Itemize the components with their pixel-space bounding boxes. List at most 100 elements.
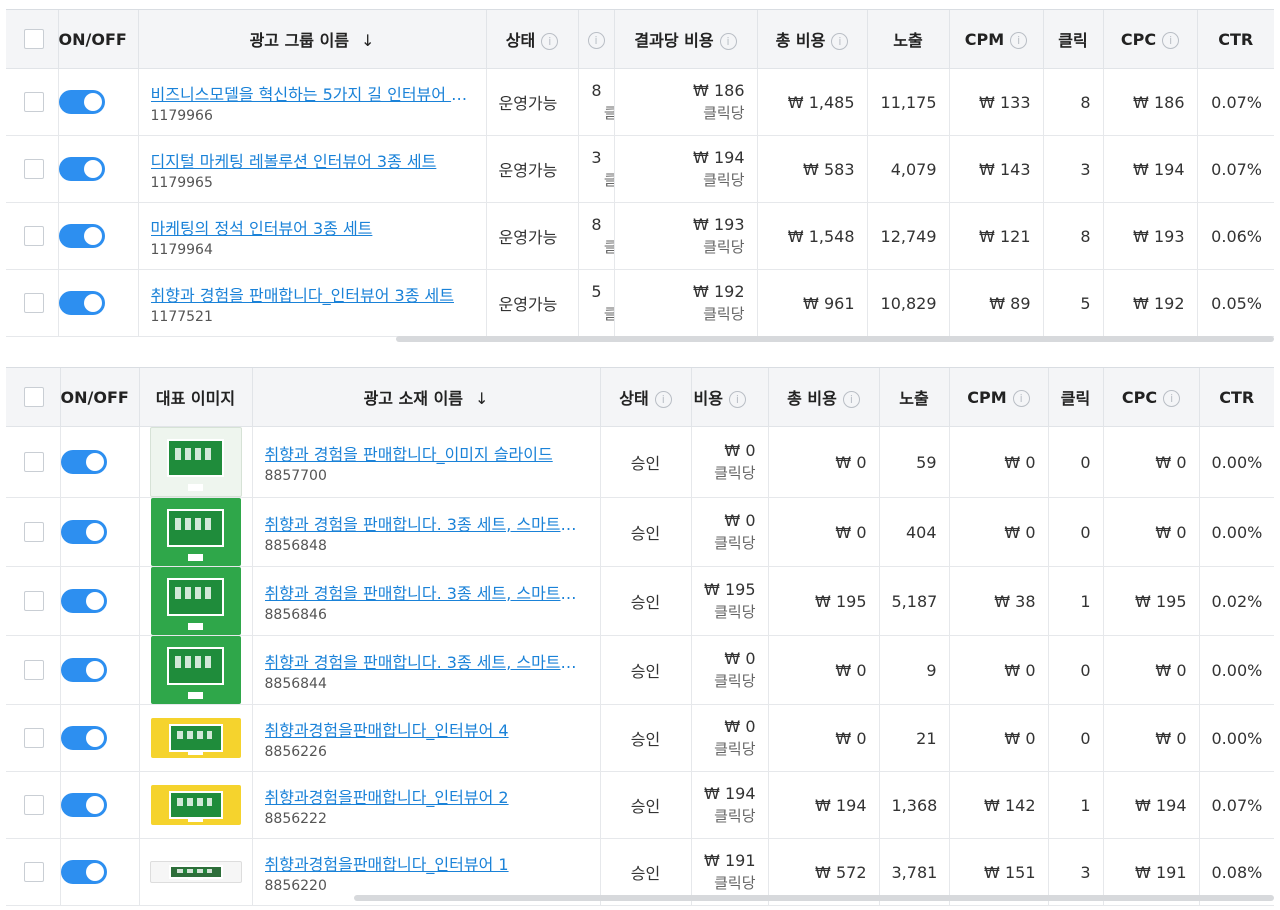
- image-cell[interactable]: [139, 426, 253, 498]
- onoff-cell[interactable]: [60, 635, 140, 705]
- table-row[interactable]: 취향과 경험을 판매합니다. 3종 세트, 스마트하게 구매하세요 8856848…: [6, 497, 1274, 567]
- adgroup-name-link[interactable]: 비즈니스모델을 혁신하는 5가지 길 인터뷰어 3종 세트: [151, 81, 474, 105]
- creative-thumbnail[interactable]: [149, 861, 242, 883]
- row-checkbox-cell[interactable]: [6, 497, 61, 567]
- info-icon[interactable]: i: [654, 391, 672, 408]
- adgroup-name-link[interactable]: 디지털 마케팅 레볼루션 인터뷰어 3종 세트: [151, 148, 474, 172]
- row-checkbox[interactable]: [24, 591, 44, 612]
- info-icon[interactable]: i: [587, 31, 605, 49]
- row-checkbox[interactable]: [24, 226, 44, 247]
- creative-name-link[interactable]: 취향과 경험을 판매합니다. 3종 세트, 스마트하게 구매하세요: [265, 511, 588, 535]
- row-checkbox[interactable]: [24, 795, 44, 816]
- table-row[interactable]: 취향과 경험을 판매합니다_인터뷰어 3종 세트1177521운영가능5클릭₩ …: [6, 269, 1274, 337]
- creative-thumbnail[interactable]: [150, 498, 241, 566]
- image-cell[interactable]: [139, 704, 253, 772]
- onoff-cell[interactable]: [60, 838, 140, 906]
- row-checkbox-cell[interactable]: [6, 771, 61, 839]
- onoff-toggle[interactable]: [60, 726, 107, 750]
- creative-thumbnail[interactable]: [150, 785, 241, 825]
- creative-name-link[interactable]: 취향과 경험을 판매합니다. 3종 세트, 스마트하게 구매하세요: [265, 649, 588, 673]
- row-checkbox[interactable]: [24, 159, 44, 180]
- creative-name-link[interactable]: 취향과경험을판매합니다_인터뷰어 4: [265, 717, 588, 741]
- onoff-cell[interactable]: [60, 771, 140, 839]
- row-checkbox-cell[interactable]: [6, 135, 59, 203]
- row-checkbox-cell[interactable]: [6, 269, 59, 337]
- header-creative-name[interactable]: 광고 소재 이름 ↓: [252, 368, 601, 427]
- info-icon[interactable]: i: [831, 33, 849, 50]
- info-icon[interactable]: i: [842, 391, 860, 408]
- onoff-toggle[interactable]: [60, 658, 107, 682]
- row-checkbox[interactable]: [24, 522, 44, 543]
- table-row[interactable]: 취향과경험을판매합니다_인터뷰어 2 8856222 승인 ₩ 194 클릭당 ₩ 194…: [6, 771, 1274, 839]
- table-row[interactable]: 취향과 경험을 판매합니다_이미지 슬라이드 8857700 승인 ₩ 0 클릭당 ₩ 0…: [6, 426, 1274, 498]
- onoff-cell[interactable]: [60, 497, 140, 567]
- row-checkbox-cell[interactable]: [6, 838, 61, 906]
- table-row[interactable]: 취향과 경험을 판매합니다. 3종 세트, 스마트하게 구매하세요 8856844…: [6, 635, 1274, 705]
- row-checkbox-cell[interactable]: [6, 635, 61, 705]
- onoff-toggle[interactable]: [58, 157, 105, 181]
- creative-name-link[interactable]: 취향과경험을판매합니다_인터뷰어 1: [265, 851, 588, 875]
- info-icon[interactable]: i: [728, 391, 746, 408]
- adgroup-name-link[interactable]: 마케팅의 정석 인터뷰어 3종 세트: [151, 215, 474, 239]
- onoff-toggle[interactable]: [58, 90, 105, 114]
- row-checkbox-cell[interactable]: [6, 704, 61, 772]
- row-checkbox-cell[interactable]: [6, 202, 59, 270]
- table-row[interactable]: 마케팅의 정석 인터뷰어 3종 세트 1179964 운영가능 8 클릭 ₩ 193 클릭당…: [6, 202, 1274, 270]
- onoff-toggle[interactable]: [58, 224, 105, 248]
- image-cell[interactable]: [139, 771, 253, 839]
- table-row[interactable]: 비즈니스모델을 혁신하는 5가지 길 인터뷰어 3종 세트 1179966 운영가능…: [6, 68, 1274, 136]
- onoff-toggle[interactable]: [60, 860, 107, 884]
- table-row[interactable]: 취향과경험을판매합니다_인터뷰어 4 8856226 승인 ₩ 0 클릭당 ₩ 0 21 ₩ …: [6, 704, 1274, 772]
- row-checkbox-cell[interactable]: [6, 566, 61, 636]
- select-all-checkbox[interactable]: [24, 387, 44, 408]
- onoff-toggle[interactable]: [58, 291, 105, 315]
- info-icon[interactable]: i: [1163, 389, 1181, 407]
- adgroup-name-link[interactable]: 취향과 경험을 판매합니다_인터뷰어 3종 세트: [151, 282, 474, 306]
- horizontal-scrollbar[interactable]: [354, 895, 1274, 901]
- info-icon[interactable]: i: [719, 33, 737, 50]
- onoff-toggle[interactable]: [60, 520, 107, 544]
- row-checkbox[interactable]: [24, 728, 44, 749]
- horizontal-scrollbar[interactable]: [396, 336, 1274, 342]
- onoff-cell[interactable]: [58, 68, 139, 136]
- onoff-cell[interactable]: [58, 135, 139, 203]
- info-icon[interactable]: i: [541, 33, 559, 50]
- row-checkbox[interactable]: [24, 862, 44, 883]
- creative-thumbnail[interactable]: [150, 567, 241, 635]
- info-icon[interactable]: i: [1010, 31, 1028, 49]
- creative-thumbnail[interactable]: [150, 718, 241, 758]
- row-checkbox-cell[interactable]: [6, 68, 59, 136]
- select-all-checkbox-cell[interactable]: [6, 368, 61, 427]
- sort-down-icon[interactable]: ↓: [361, 31, 374, 50]
- onoff-cell[interactable]: [60, 426, 140, 498]
- table-row[interactable]: 디지털 마케팅 레볼루션 인터뷰어 3종 세트1179965운영가능3클릭₩ 1…: [6, 135, 1274, 203]
- row-checkbox[interactable]: [24, 92, 44, 113]
- creative-thumbnail[interactable]: [150, 636, 241, 704]
- onoff-cell[interactable]: [60, 704, 140, 772]
- row-checkbox[interactable]: [24, 452, 44, 473]
- image-cell[interactable]: [139, 497, 253, 567]
- table-row[interactable]: 취향과 경험을 판매합니다. 3종 세트, 스마트하게 구매하세요 8856846…: [6, 566, 1274, 636]
- onoff-toggle[interactable]: [60, 450, 107, 474]
- image-cell[interactable]: [139, 635, 253, 705]
- row-checkbox-cell[interactable]: [6, 426, 61, 498]
- onoff-cell[interactable]: [58, 202, 139, 270]
- image-cell[interactable]: [139, 838, 253, 906]
- info-icon[interactable]: i: [1012, 389, 1030, 407]
- onoff-cell[interactable]: [58, 269, 139, 337]
- creative-name-link[interactable]: 취향과 경험을 판매합니다. 3종 세트, 스마트하게 구매하세요: [265, 580, 588, 604]
- onoff-toggle[interactable]: [60, 793, 107, 817]
- row-checkbox[interactable]: [24, 660, 44, 681]
- header-adgroup-name[interactable]: 광고 그룹 이름 ↓: [138, 10, 487, 69]
- creative-name-link[interactable]: 취향과 경험을 판매합니다_이미지 슬라이드: [265, 441, 588, 465]
- creative-thumbnail[interactable]: [149, 427, 242, 497]
- select-all-checkbox[interactable]: [24, 29, 44, 50]
- sort-down-icon[interactable]: ↓: [475, 389, 488, 408]
- info-icon[interactable]: i: [1162, 31, 1180, 49]
- creative-name-link[interactable]: 취향과경험을판매합니다_인터뷰어 2: [265, 784, 588, 808]
- onoff-toggle[interactable]: [60, 589, 107, 613]
- row-checkbox[interactable]: [24, 293, 44, 314]
- image-cell[interactable]: [139, 566, 253, 636]
- select-all-checkbox-cell[interactable]: [6, 10, 59, 69]
- onoff-cell[interactable]: [60, 566, 140, 636]
